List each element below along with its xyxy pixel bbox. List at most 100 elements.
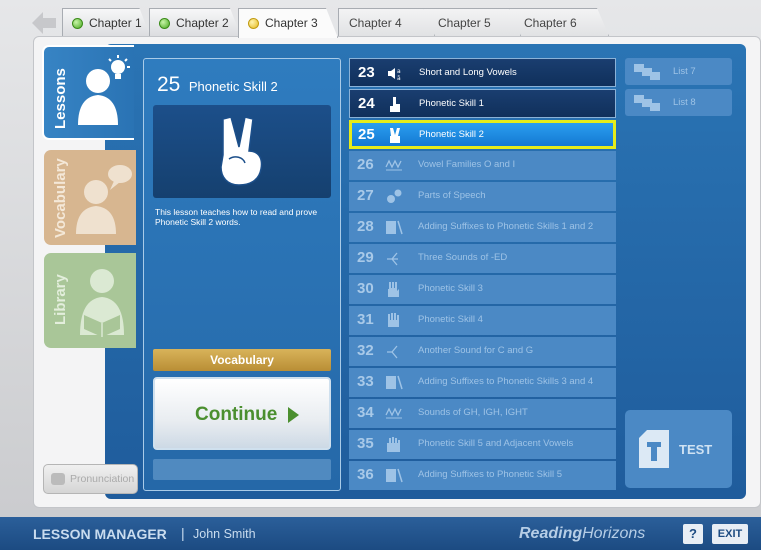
sidebar-item-library[interactable]: Library <box>44 253 136 348</box>
lesson-row-31[interactable]: 31 Phonetic Skill 4 <box>349 306 616 335</box>
lesson-row-32[interactable]: 32 Another Sound for C and G <box>349 337 616 366</box>
title-separator: | <box>181 525 185 541</box>
suffix-icon <box>386 375 403 390</box>
svg-text:a: a <box>397 68 401 75</box>
lesson-row-number: 30 <box>357 280 374 297</box>
vowel-sound-icon: aā <box>388 68 401 82</box>
gears-icon <box>387 189 402 203</box>
progress-bar <box>153 459 331 480</box>
suffix-icon <box>386 220 403 235</box>
sidebar-item-vocabulary[interactable]: Vocabulary <box>44 150 136 245</box>
lesson-row-26[interactable]: 26 Vowel Families O and I <box>349 151 616 180</box>
sidebar-item-label: Lessons <box>52 68 69 129</box>
sidebar-item-lessons[interactable]: Lessons <box>42 45 134 140</box>
lesson-row-28[interactable]: 28 Adding Suffixes to Phonetic Skills 1 … <box>349 213 616 242</box>
lesson-row-number: 35 <box>357 435 374 452</box>
complete-indicator-icon <box>72 18 83 29</box>
lesson-row-title: Phonetic Skill 2 <box>419 129 484 140</box>
suffix-icon <box>386 468 403 483</box>
play-arrow-icon <box>288 407 299 423</box>
lesson-detail: 25 Phonetic Skill 2 This lesson teaches … <box>143 58 341 491</box>
back-arrow-icon[interactable] <box>32 12 56 34</box>
lesson-row-number: 34 <box>357 404 374 421</box>
lesson-name: Phonetic Skill 2 <box>188 79 278 94</box>
two-finger-hand-icon <box>220 116 263 186</box>
sound-branch-icon <box>387 252 398 266</box>
svg-text:ā: ā <box>397 75 401 82</box>
lesson-row-23[interactable]: 23 aā Short and Long Vowels <box>349 58 616 87</box>
tab-label: Chapter 3 <box>265 16 318 30</box>
tab-label: Chapter 4 <box>349 16 402 30</box>
tab-chapter-1[interactable]: Chapter 1 <box>62 8 150 36</box>
lesson-row-title: Adding Suffixes to Phonetic Skills 1 and… <box>418 221 594 232</box>
in-progress-indicator-icon <box>248 18 259 29</box>
lesson-row-title: Phonetic Skill 1 <box>419 98 484 109</box>
speech-bubble-icon <box>51 473 65 485</box>
lesson-row-24[interactable]: 24 Phonetic Skill 1 <box>349 89 616 118</box>
lesson-row-title: Sounds of GH, IGH, IGHT <box>418 407 528 418</box>
pronunciation-button[interactable]: Pronunciation <box>43 464 138 494</box>
tab-chapter-5[interactable]: Chapter 5 <box>423 8 521 36</box>
tab-chapter-4[interactable]: Chapter 4 <box>338 8 435 36</box>
lesson-row-title: Vowel Families O and I <box>418 159 516 170</box>
list-8-button[interactable]: List 8 <box>625 89 732 116</box>
list-label: List 7 <box>673 66 696 77</box>
lesson-row-number: 32 <box>357 342 374 359</box>
tab-label: Chapter 2 <box>176 16 229 30</box>
two-finger-hand-icon <box>390 128 400 143</box>
lesson-image <box>153 105 331 198</box>
tab-chapter-2[interactable]: Chapter 2 <box>149 8 241 36</box>
complete-indicator-icon <box>159 18 170 29</box>
sound-branch-icon <box>387 345 398 359</box>
brand-light: Horizons <box>582 525 646 542</box>
lesson-row-29[interactable]: 29 Three Sounds of -ED <box>349 244 616 273</box>
app-title: LESSON MANAGER <box>33 526 167 542</box>
list-7-button[interactable]: List 7 <box>625 58 732 85</box>
lesson-row-title: Parts of Speech <box>418 190 486 201</box>
lesson-row-title: Phonetic Skill 4 <box>418 314 483 325</box>
lesson-row-title: Short and Long Vowels <box>419 67 517 78</box>
lesson-row-number: 24 <box>358 95 375 112</box>
lesson-row-number: 31 <box>357 311 374 328</box>
lesson-row-34[interactable]: 34 Sounds of GH, IGH, IGHT <box>349 399 616 428</box>
word-list-icon <box>634 95 660 111</box>
exit-button[interactable]: EXIT <box>712 524 748 544</box>
lesson-row-title: Three Sounds of -ED <box>418 252 508 263</box>
lesson-row-27[interactable]: 27 Parts of Speech <box>349 182 616 211</box>
three-finger-hand-icon <box>388 282 399 297</box>
lesson-row-title: Another Sound for C and G <box>418 345 534 356</box>
continue-button[interactable]: Continue <box>153 377 331 450</box>
lesson-row-title: Phonetic Skill 3 <box>418 283 483 294</box>
sidebar-item-label: Library <box>52 274 69 325</box>
help-button[interactable]: ? <box>683 524 703 544</box>
vocabulary-button[interactable]: Vocabulary <box>153 349 331 371</box>
lesson-row-number: 28 <box>357 218 374 235</box>
lesson-row-number: 25 <box>358 126 375 143</box>
test-button[interactable]: TEST <box>625 410 732 488</box>
lesson-row-number: 27 <box>357 187 374 204</box>
open-hand-icon <box>387 437 400 452</box>
lesson-row-36[interactable]: 36 Adding Suffixes to Phonetic Skill 5 <box>349 461 616 490</box>
lesson-row-25[interactable]: 25 Phonetic Skill 2 <box>349 120 616 149</box>
lesson-row-number: 23 <box>358 64 375 81</box>
list-label: List 8 <box>673 97 696 108</box>
lesson-row-title: Adding Suffixes to Phonetic Skills 3 and… <box>418 376 594 387</box>
lesson-description: This lesson teaches how to read and prov… <box>155 207 318 227</box>
brand-bold: Reading <box>519 525 583 542</box>
tab-chapter-6[interactable]: Chapter 6 <box>509 8 609 36</box>
lesson-row-35[interactable]: 35 Phonetic Skill 5 and Adjacent Vowels <box>349 430 616 459</box>
tab-label: Chapter 5 <box>438 16 491 30</box>
brand-logo: ReadingHorizons <box>519 525 645 543</box>
tab-chapter-3[interactable]: Chapter 3 <box>238 8 338 38</box>
four-finger-hand-icon <box>388 313 399 327</box>
lesson-number: 25 <box>157 73 181 96</box>
lesson-row-title: Phonetic Skill 5 and Adjacent Vowels <box>418 438 574 449</box>
word-list-icon <box>634 64 660 80</box>
lesson-detail-title: 25 Phonetic Skill 2 <box>157 73 278 97</box>
lesson-row-number: 33 <box>357 373 374 390</box>
library-reader-icon <box>80 269 124 337</box>
vowel-family-icon <box>385 159 402 171</box>
lesson-row-33[interactable]: 33 Adding Suffixes to Phonetic Skills 3 … <box>349 368 616 397</box>
lesson-row-30[interactable]: 30 Phonetic Skill 3 <box>349 275 616 304</box>
one-finger-hand-icon <box>390 97 400 112</box>
